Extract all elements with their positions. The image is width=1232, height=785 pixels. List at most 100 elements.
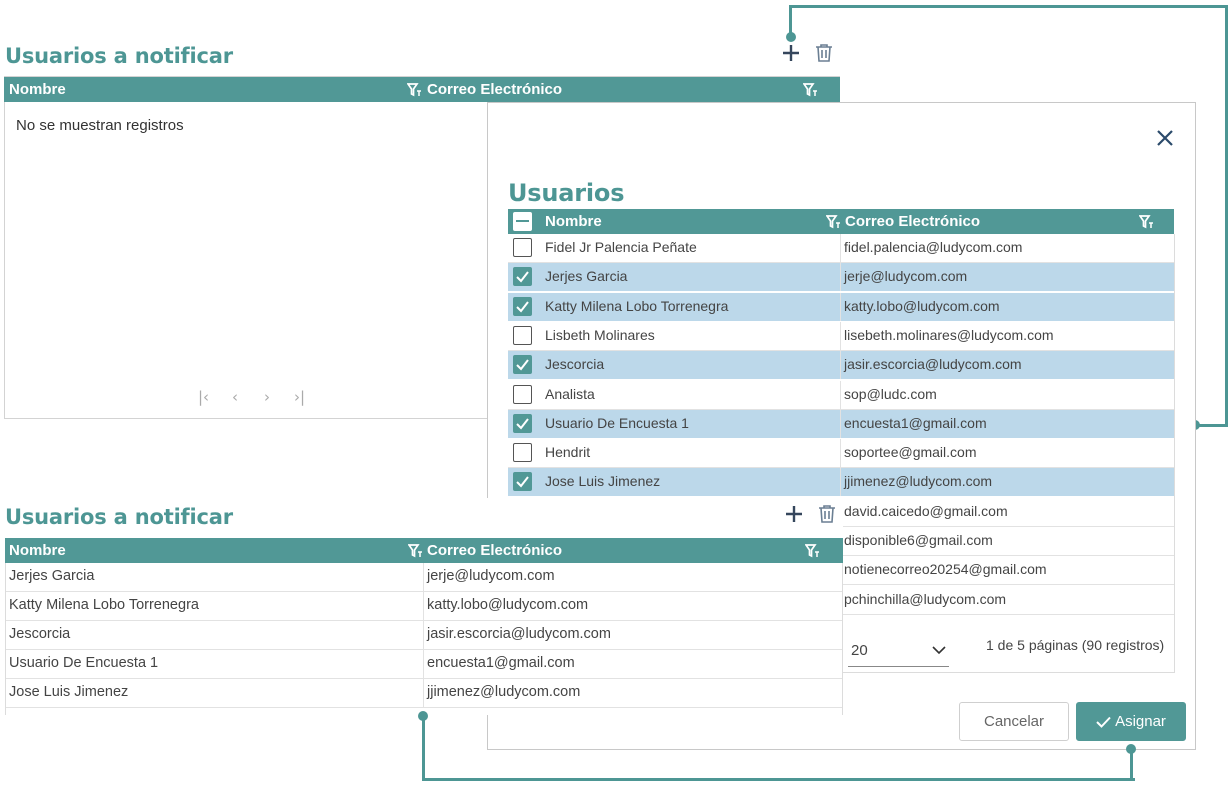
column-header-nombre[interactable]: Nombre: [9, 542, 66, 559]
page-size-value: 20: [851, 642, 868, 659]
last-page-icon[interactable]: ›|: [294, 388, 305, 406]
row-checkbox[interactable]: [513, 472, 532, 492]
table-row[interactable]: Fidel Jr Palencia Peñate fidel.palencia@l…: [508, 234, 1174, 263]
row-checkbox[interactable]: [513, 325, 532, 345]
chevron-down-icon: [932, 646, 946, 655]
column-header-correo[interactable]: Correo Electrónico: [427, 542, 562, 559]
cell-correo: lisebeth.molinares@ludycom.com: [844, 326, 1054, 343]
table-row[interactable]: Usuario De Encuesta 1 encuesta1@gmail.com: [5, 650, 843, 679]
cell-nombre: Jose Luis Jimenez: [9, 684, 129, 700]
column-header-correo[interactable]: Correo Electrónico: [845, 213, 980, 230]
page-size-select[interactable]: 20: [848, 636, 949, 667]
cell-nombre: Katty Milena Lobo Torrenegra: [9, 597, 199, 613]
grid-bottom-border: [840, 672, 1175, 673]
trash-icon[interactable]: [815, 43, 833, 63]
cell-correo: jjimenez@ludycom.com: [427, 684, 581, 700]
cell-nombre: Jose Luis Jimenez: [545, 473, 661, 490]
prev-page-icon[interactable]: ‹: [232, 388, 238, 406]
table-row[interactable]: Katty Milena Lobo Torrenegra katty.lobo@l…: [5, 592, 843, 621]
add-icon[interactable]: [782, 44, 800, 62]
table-row[interactable]: Jose Luis Jimenez jjimenez@ludycom.com: [508, 468, 1174, 498]
select-all-checkbox[interactable]: [513, 212, 532, 231]
filter-icon[interactable]: [408, 543, 423, 558]
filter-icon[interactable]: [1139, 214, 1154, 229]
connector-dot: [1126, 744, 1136, 754]
connector-dot: [418, 711, 428, 721]
filter-icon[interactable]: [805, 543, 820, 558]
assign-button[interactable]: Asignar: [1076, 702, 1186, 741]
cell-correo: fidel.palencia@ludycom.com: [844, 239, 1023, 255]
table-row[interactable]: Jose Luis Jimenez jjimenez@ludycom.com: [5, 679, 843, 708]
close-icon[interactable]: [1157, 130, 1173, 146]
next-page-icon[interactable]: ›: [264, 388, 270, 406]
row-checkbox[interactable]: [513, 443, 532, 463]
table-row[interactable]: Jescorcia jasir.escorcia@ludycom.com: [5, 621, 843, 650]
table-row[interactable]: Usuario De Encuesta 1 encuesta1@gmail.com: [508, 409, 1174, 439]
filter-icon[interactable]: [826, 214, 841, 229]
connector-line: [422, 778, 1135, 781]
dialog-title: Usuarios: [508, 179, 625, 207]
column-header-correo[interactable]: Correo Electrónico: [427, 81, 562, 98]
table-row[interactable]: Lisbeth Molinares lisebeth.molinares@ludy…: [508, 321, 1174, 351]
table-row[interactable]: Analista sop@ludc.com: [508, 380, 1174, 410]
cell-nombre: Fidel Jr Palencia Peñate: [545, 239, 697, 255]
cell-correo: katty.lobo@ludycom.com: [427, 597, 589, 613]
grid-header: Nombre Correo Electrónico: [508, 209, 1174, 234]
row-checkbox[interactable]: [513, 296, 532, 316]
cell-correo: jerje@ludycom.com: [427, 568, 555, 584]
cell-correo: david.caicedo@gmail.com: [844, 502, 1008, 519]
row-checkbox[interactable]: [513, 238, 532, 257]
grid-header: Nombre Correo Electrónico: [5, 538, 843, 563]
grid-bottom-border: [1174, 234, 1175, 672]
cell-correo: jjimenez@ludycom.com: [844, 473, 993, 490]
column-header-nombre[interactable]: Nombre: [545, 213, 602, 230]
table-row[interactable]: Katty Milena Lobo Torrenegra katty.lobo@l…: [508, 292, 1174, 322]
cell-nombre: Jescorcia: [9, 626, 71, 642]
table-row[interactable]: Jerjes Garcia jerje@ludycom.com: [508, 263, 1174, 293]
cell-nombre: Analista: [545, 385, 595, 402]
check-icon: [1096, 716, 1111, 728]
table-row[interactable]: Jerjes Garcia jerje@ludycom.com: [5, 563, 843, 592]
filter-icon[interactable]: [407, 82, 422, 97]
cell-correo: soportee@gmail.com: [844, 444, 977, 461]
grid-right-border: [842, 563, 843, 715]
empty-message: No se muestran registros: [16, 117, 184, 134]
row-checkbox[interactable]: [513, 413, 532, 433]
row-checkbox[interactable]: [513, 384, 532, 404]
first-page-icon[interactable]: |‹: [198, 388, 209, 406]
column-header-nombre[interactable]: Nombre: [9, 81, 66, 98]
trash-icon[interactable]: [818, 504, 836, 524]
cancel-button[interactable]: Cancelar: [959, 702, 1069, 741]
page-title: Usuarios a notificar: [5, 505, 233, 529]
connector-line: [422, 717, 425, 781]
cell-nombre: Jerjes Garcia: [9, 568, 95, 584]
add-icon[interactable]: [785, 505, 803, 523]
row-checkbox[interactable]: [513, 355, 532, 375]
cell-nombre: Lisbeth Molinares: [545, 326, 655, 343]
cell-correo: jerje@ludycom.com: [844, 268, 968, 285]
cell-correo: pchinchilla@ludycom.com: [844, 590, 1007, 607]
filter-icon[interactable]: [803, 82, 818, 97]
cell-correo: katty.lobo@ludycom.com: [844, 297, 1000, 314]
connector-line: [1225, 5, 1228, 427]
cell-nombre: Usuario De Encuesta 1: [545, 414, 689, 431]
connector-line: [789, 5, 1228, 8]
page-title: Usuarios a notificar: [5, 44, 233, 68]
connector-dot: [786, 32, 796, 42]
connector-line: [1130, 750, 1133, 781]
cell-nombre: Jerjes Garcia: [545, 268, 628, 285]
table-row[interactable]: Hendrit soportee@gmail.com: [508, 439, 1174, 469]
row-checkbox[interactable]: [513, 267, 532, 287]
cell-correo: sop@ludc.com: [844, 385, 937, 402]
connector-line: [1197, 424, 1228, 427]
cell-correo: jasir.escorcia@ludycom.com: [427, 626, 611, 642]
grid-header: Nombre Correo Electrónico: [4, 77, 840, 102]
cell-correo: notienecorreo20254@gmail.com: [844, 561, 1047, 578]
cell-correo: jasir.escorcia@ludycom.com: [844, 356, 1022, 373]
cell-nombre: Hendrit: [545, 444, 591, 461]
table-row[interactable]: Jescorcia jasir.escorcia@ludycom.com: [508, 351, 1174, 381]
assign-label: Asignar: [1115, 713, 1166, 730]
cell-nombre: Jescorcia: [545, 356, 605, 373]
cell-correo: encuesta1@gmail.com: [427, 655, 575, 671]
cell-correo: encuesta1@gmail.com: [844, 414, 987, 431]
